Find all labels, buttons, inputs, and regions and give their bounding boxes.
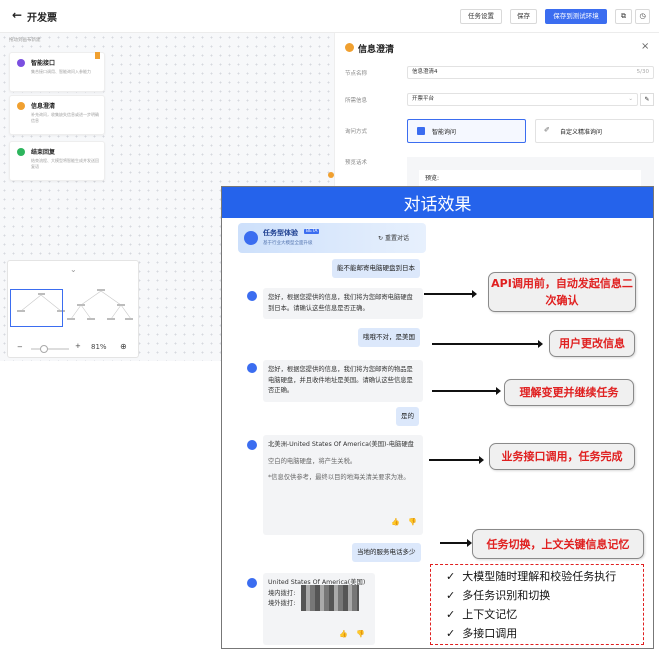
node-name-value: 信息澄清4 xyxy=(412,69,438,75)
preview-label: 预览话术 xyxy=(345,160,368,166)
preview-box: 预览: xyxy=(407,157,654,187)
annotation-continue: 理解变更并继续任务 xyxy=(504,379,634,406)
zoom-slider-handle[interactable] xyxy=(40,345,48,353)
page-title: 开发票 xyxy=(27,13,57,24)
overlay-title: 对话效果 xyxy=(403,195,472,215)
feature-item: ✓ 上下文记忆 xyxy=(446,608,518,621)
mode-smart-option[interactable]: 智能询问 xyxy=(407,119,526,143)
zoom-out-button[interactable]: − xyxy=(17,343,23,351)
chevron-down-icon[interactable]: ⌄ xyxy=(70,265,77,274)
arrow-icon xyxy=(424,290,477,298)
zoom-slider[interactable] xyxy=(31,348,69,350)
required-info-label: 所需信息 xyxy=(345,98,368,104)
zoom-in-button[interactable]: + xyxy=(75,342,81,350)
beta-badge: BETA xyxy=(304,229,320,234)
ask-mode-label: 询问方式 xyxy=(345,129,368,135)
bot-message: 您好，根据您提供的信息，我们将为您邮寄电脑硬盘到日本。请确认这些信息是否正确。 xyxy=(263,288,423,319)
bookmark-icon xyxy=(95,52,100,59)
canvas-hint: 拖动到画布新建 xyxy=(9,38,41,43)
arrow-icon xyxy=(429,456,484,464)
arrow-icon xyxy=(432,340,543,348)
bot-avatar-icon xyxy=(247,578,257,588)
node-desc: 结束流程、大模型将智能生成并发送回复语 xyxy=(31,158,99,169)
node-end-reply[interactable]: 结束回复 结束流程、大模型将智能生成并发送回复语 xyxy=(9,141,105,181)
chat-subtitle: 基于行业大模型全面升级 xyxy=(263,241,313,246)
mode-smart-label: 智能询问 xyxy=(432,129,457,136)
redacted-phone-numbers xyxy=(301,585,359,611)
thumbs-down-icon[interactable]: 👎 xyxy=(408,517,417,528)
bot-message: 您好，根据您提供的信息，我们将为您邮寄的物品是电脑硬盘，并且收件地址是美国。请确… xyxy=(263,360,423,402)
required-info-select[interactable]: 开票平台 ⌄ xyxy=(407,93,638,106)
annotation-complete: 业务接口调用，任务完成 xyxy=(489,443,635,470)
bot-avatar-icon xyxy=(247,291,257,301)
reset-chat-button[interactable]: ↻ 重置对话 xyxy=(378,233,409,242)
node-name-label: 节点名称 xyxy=(345,71,368,77)
bot-avatar-icon xyxy=(247,440,257,450)
thumbs-down-icon[interactable]: 👎 xyxy=(356,629,365,640)
edit-icon[interactable]: ✎ xyxy=(640,93,654,106)
bot-logo-icon xyxy=(244,231,258,245)
mode-custom-option[interactable]: ✐ 自定义精准询问 xyxy=(535,119,654,143)
save-button[interactable]: 保存 xyxy=(510,9,537,24)
chat-name: 任务型体验 xyxy=(263,229,298,237)
bot-card-note: *信息仅供参考，最终以目的地海关清关要求为准。 xyxy=(268,474,410,481)
smart-api-icon xyxy=(17,59,25,67)
user-message: 哦哦不对，是美国 xyxy=(358,328,420,347)
node-smart-api[interactable]: 智能接口 集合接口调用、智能询问入参能力 xyxy=(9,52,105,92)
feature-item: ✓ 多任务识别和切换 xyxy=(446,589,551,602)
copy-icon[interactable]: ⧉ xyxy=(615,9,632,24)
annotation-confirm: API调用前，自动发起信息二次确认 xyxy=(488,272,636,312)
end-reply-icon xyxy=(17,148,25,156)
required-info-value: 开票平台 xyxy=(412,96,435,102)
smart-ask-icon xyxy=(417,127,425,135)
canvas-node-marker xyxy=(328,172,334,178)
node-desc: 补充询问，收集缺失信息或进一步明确信息 xyxy=(31,112,99,123)
back-arrow-icon[interactable]: ← xyxy=(12,8,22,22)
clarify-icon xyxy=(17,102,25,110)
node-name: 结束回复 xyxy=(31,149,56,156)
user-message: 能不能邮寄电脑硬盘到日本 xyxy=(332,259,420,278)
node-name-input[interactable]: 信息澄清4 5/30 xyxy=(407,66,654,79)
user-message: 当地的服务电话多少 xyxy=(352,543,421,562)
close-icon[interactable]: × xyxy=(641,41,649,52)
char-count: 5/30 xyxy=(636,69,649,75)
bot-card-line: 空白的电脑硬盘，将产生关税。 xyxy=(268,457,357,465)
fit-view-icon[interactable]: ⊕ xyxy=(120,342,127,351)
history-icon[interactable]: ◷ xyxy=(635,9,650,24)
bot-card-title: 北美洲-United States Of America(美国)-电脑硬盘 xyxy=(268,441,414,448)
thumbs-up-icon[interactable]: 👍 xyxy=(391,517,400,528)
bot-avatar-icon xyxy=(247,363,257,373)
node-desc: 集合接口调用、智能询问入参能力 xyxy=(31,69,91,74)
app-window: ← 开发票 任务设置 保存 保存到测试环境 ⧉ ◷ 拖动到画布新建 智能接口 集… xyxy=(0,0,659,659)
thumbs-up-icon[interactable]: 👍 xyxy=(339,629,348,640)
minimap-viewport[interactable] xyxy=(10,289,63,327)
node-name: 信息澄清 xyxy=(31,103,56,110)
zoom-bar: − + 81% ⊕ xyxy=(7,339,139,359)
custom-ask-icon: ✐ xyxy=(544,126,550,134)
zoom-level: 81% xyxy=(91,343,107,351)
annotation-user-change: 用户更改信息 xyxy=(549,330,635,357)
mode-custom-label: 自定义精准询问 xyxy=(560,129,603,136)
node-name: 智能接口 xyxy=(31,60,56,67)
panel-title: 信息澄清 xyxy=(358,45,395,55)
feature-item: ✓ 大模型随时理解和校验任务执行 xyxy=(446,570,617,583)
node-clarify[interactable]: 信息澄清 补充询问，收集缺失信息或进一步明确信息 xyxy=(9,95,105,135)
user-message: 是的 xyxy=(396,407,419,426)
bot-message-phone: United States Of America(美国) 境内拨打: 境外拨打:… xyxy=(263,573,375,645)
save-to-test-button[interactable]: 保存到测试环境 xyxy=(545,9,607,24)
feature-item: ✓ 多接口调用 xyxy=(446,627,518,640)
chevron-down-icon: ⌄ xyxy=(628,96,633,102)
task-settings-button[interactable]: 任务设置 xyxy=(460,9,502,24)
preview-text: 预览: xyxy=(425,175,440,182)
clarify-icon xyxy=(345,43,354,52)
annotation-switch: 任务切换，上文关键信息记忆 xyxy=(472,529,644,559)
bot-message-card: 北美洲-United States Of America(美国)-电脑硬盘 空白… xyxy=(263,435,423,535)
chat-header: 任务型体验 BETA 基于行业大模型全面升级 ↻ 重置对话 xyxy=(238,223,426,253)
arrow-icon xyxy=(432,387,501,395)
arrow-icon xyxy=(440,539,472,547)
